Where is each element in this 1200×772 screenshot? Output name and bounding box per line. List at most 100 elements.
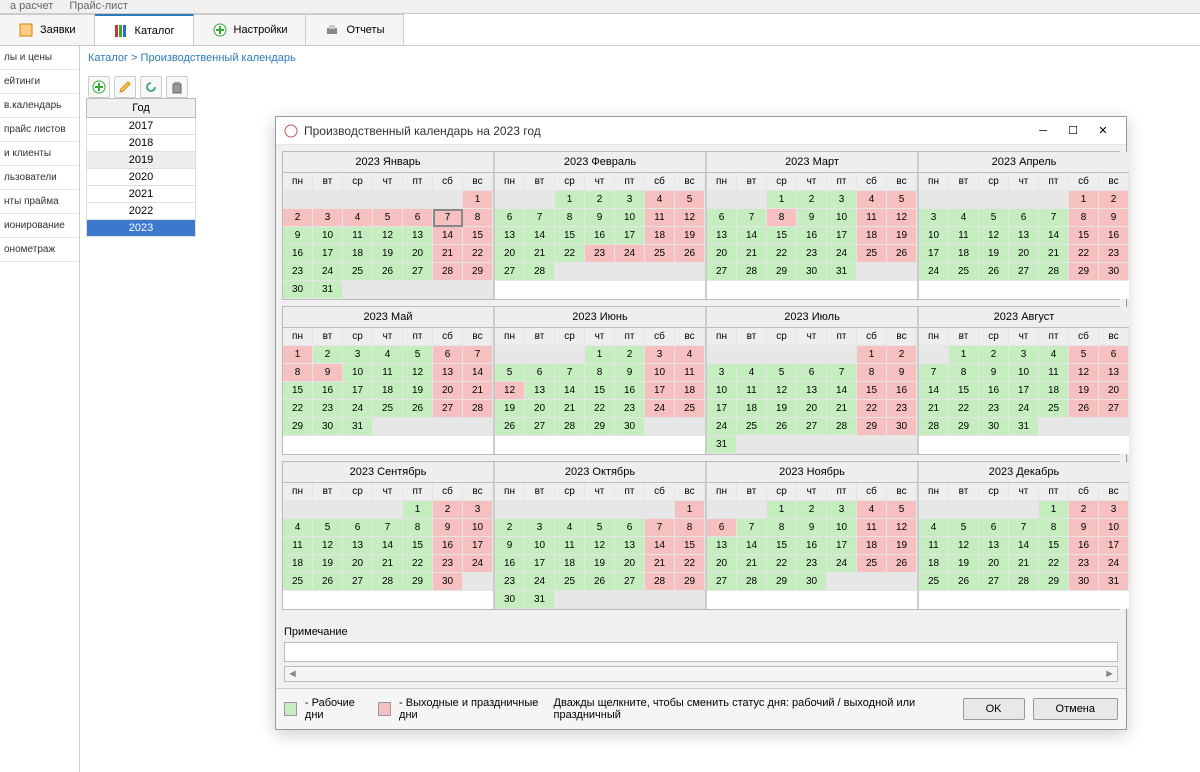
day-cell[interactable]: 7 <box>919 364 949 382</box>
day-cell[interactable]: 31 <box>1009 418 1039 436</box>
day-cell[interactable]: 21 <box>645 555 675 573</box>
day-cell[interactable]: 15 <box>675 537 705 555</box>
day-cell[interactable]: 15 <box>403 537 433 555</box>
day-cell[interactable]: 14 <box>919 382 949 400</box>
day-cell[interactable]: 19 <box>887 227 917 245</box>
day-cell[interactable]: 17 <box>645 382 675 400</box>
day-cell[interactable]: 20 <box>707 555 737 573</box>
day-cell[interactable]: 17 <box>313 245 343 263</box>
day-cell[interactable]: 24 <box>525 573 555 591</box>
day-cell[interactable]: 13 <box>1099 364 1129 382</box>
day-cell[interactable]: 17 <box>525 555 555 573</box>
day-cell[interactable]: 10 <box>313 227 343 245</box>
day-cell[interactable]: 12 <box>887 209 917 227</box>
day-cell[interactable]: 29 <box>1039 573 1069 591</box>
day-cell[interactable]: 21 <box>1009 555 1039 573</box>
day-cell[interactable]: 26 <box>373 263 403 281</box>
day-cell[interactable]: 5 <box>675 191 705 209</box>
day-cell[interactable]: 4 <box>283 519 313 537</box>
day-cell[interactable]: 25 <box>555 573 585 591</box>
day-cell[interactable]: 5 <box>887 501 917 519</box>
secondary-tab[interactable]: а расчет <box>2 0 61 13</box>
day-cell[interactable]: 22 <box>403 555 433 573</box>
day-cell[interactable]: 12 <box>313 537 343 555</box>
day-cell[interactable]: 17 <box>1009 382 1039 400</box>
day-cell[interactable]: 30 <box>797 263 827 281</box>
day-cell[interactable]: 14 <box>373 537 403 555</box>
day-cell[interactable]: 29 <box>675 573 705 591</box>
day-cell[interactable]: 7 <box>525 209 555 227</box>
day-cell[interactable]: 7 <box>1009 519 1039 537</box>
day-cell[interactable]: 28 <box>645 573 675 591</box>
day-cell[interactable]: 25 <box>857 555 887 573</box>
day-cell[interactable]: 5 <box>313 519 343 537</box>
day-cell[interactable]: 11 <box>555 537 585 555</box>
day-cell[interactable]: 24 <box>463 555 493 573</box>
day-cell[interactable]: 13 <box>797 382 827 400</box>
day-cell[interactable]: 1 <box>403 501 433 519</box>
year-row[interactable]: 2020 <box>86 169 196 186</box>
day-cell[interactable]: 12 <box>767 382 797 400</box>
day-cell[interactable]: 28 <box>555 418 585 436</box>
day-cell[interactable]: 26 <box>495 418 525 436</box>
day-cell[interactable]: 7 <box>555 364 585 382</box>
day-cell[interactable]: 14 <box>525 227 555 245</box>
day-cell[interactable]: 24 <box>645 400 675 418</box>
day-cell[interactable]: 15 <box>585 382 615 400</box>
day-cell[interactable]: 9 <box>283 227 313 245</box>
day-cell[interactable]: 12 <box>675 209 705 227</box>
day-cell[interactable]: 14 <box>1039 227 1069 245</box>
cancel-button[interactable]: Отмена <box>1033 698 1118 720</box>
maximize-button[interactable]: ☐ <box>1058 120 1088 142</box>
day-cell[interactable]: 6 <box>1009 209 1039 227</box>
day-cell[interactable]: 15 <box>1069 227 1099 245</box>
day-cell[interactable]: 2 <box>313 346 343 364</box>
day-cell[interactable]: 28 <box>737 263 767 281</box>
day-cell[interactable]: 8 <box>403 519 433 537</box>
day-cell[interactable]: 6 <box>433 346 463 364</box>
day-cell[interactable]: 21 <box>433 245 463 263</box>
day-cell[interactable]: 25 <box>675 400 705 418</box>
day-cell[interactable]: 11 <box>645 209 675 227</box>
refresh-button[interactable] <box>140 76 162 98</box>
day-cell[interactable]: 12 <box>403 364 433 382</box>
day-cell[interactable]: 23 <box>615 400 645 418</box>
day-cell[interactable]: 18 <box>283 555 313 573</box>
day-cell[interactable]: 20 <box>615 555 645 573</box>
day-cell[interactable]: 30 <box>433 573 463 591</box>
day-cell[interactable]: 4 <box>857 191 887 209</box>
day-cell[interactable]: 24 <box>1099 555 1129 573</box>
day-cell[interactable]: 1 <box>857 346 887 364</box>
day-cell[interactable]: 10 <box>525 537 555 555</box>
day-cell[interactable]: 21 <box>525 245 555 263</box>
day-cell[interactable]: 5 <box>373 209 403 227</box>
day-cell[interactable]: 25 <box>737 418 767 436</box>
day-cell[interactable]: 18 <box>919 555 949 573</box>
close-button[interactable]: ✕ <box>1088 120 1118 142</box>
day-cell[interactable]: 27 <box>403 263 433 281</box>
day-cell[interactable]: 29 <box>949 418 979 436</box>
day-cell[interactable]: 27 <box>707 573 737 591</box>
day-cell[interactable]: 22 <box>675 555 705 573</box>
day-cell[interactable]: 9 <box>1069 519 1099 537</box>
day-cell[interactable]: 26 <box>1069 400 1099 418</box>
day-cell[interactable]: 28 <box>1009 573 1039 591</box>
day-cell[interactable]: 27 <box>433 400 463 418</box>
day-cell[interactable]: 28 <box>525 263 555 281</box>
day-cell[interactable]: 6 <box>495 209 525 227</box>
day-cell[interactable]: 1 <box>283 346 313 364</box>
day-cell[interactable]: 16 <box>313 382 343 400</box>
day-cell[interactable]: 14 <box>737 227 767 245</box>
day-cell[interactable]: 30 <box>283 281 313 299</box>
day-cell[interactable]: 24 <box>827 555 857 573</box>
tab-Каталог[interactable]: Каталог <box>95 14 194 45</box>
secondary-tab[interactable]: Прайс-лист <box>61 0 136 13</box>
tab-Настройки[interactable]: Настройки <box>194 14 307 45</box>
day-cell[interactable]: 23 <box>797 555 827 573</box>
day-cell[interactable]: 7 <box>373 519 403 537</box>
day-cell[interactable]: 1 <box>585 346 615 364</box>
day-cell[interactable]: 1 <box>1039 501 1069 519</box>
day-cell[interactable]: 13 <box>707 537 737 555</box>
day-cell[interactable]: 3 <box>313 209 343 227</box>
day-cell[interactable]: 26 <box>767 418 797 436</box>
